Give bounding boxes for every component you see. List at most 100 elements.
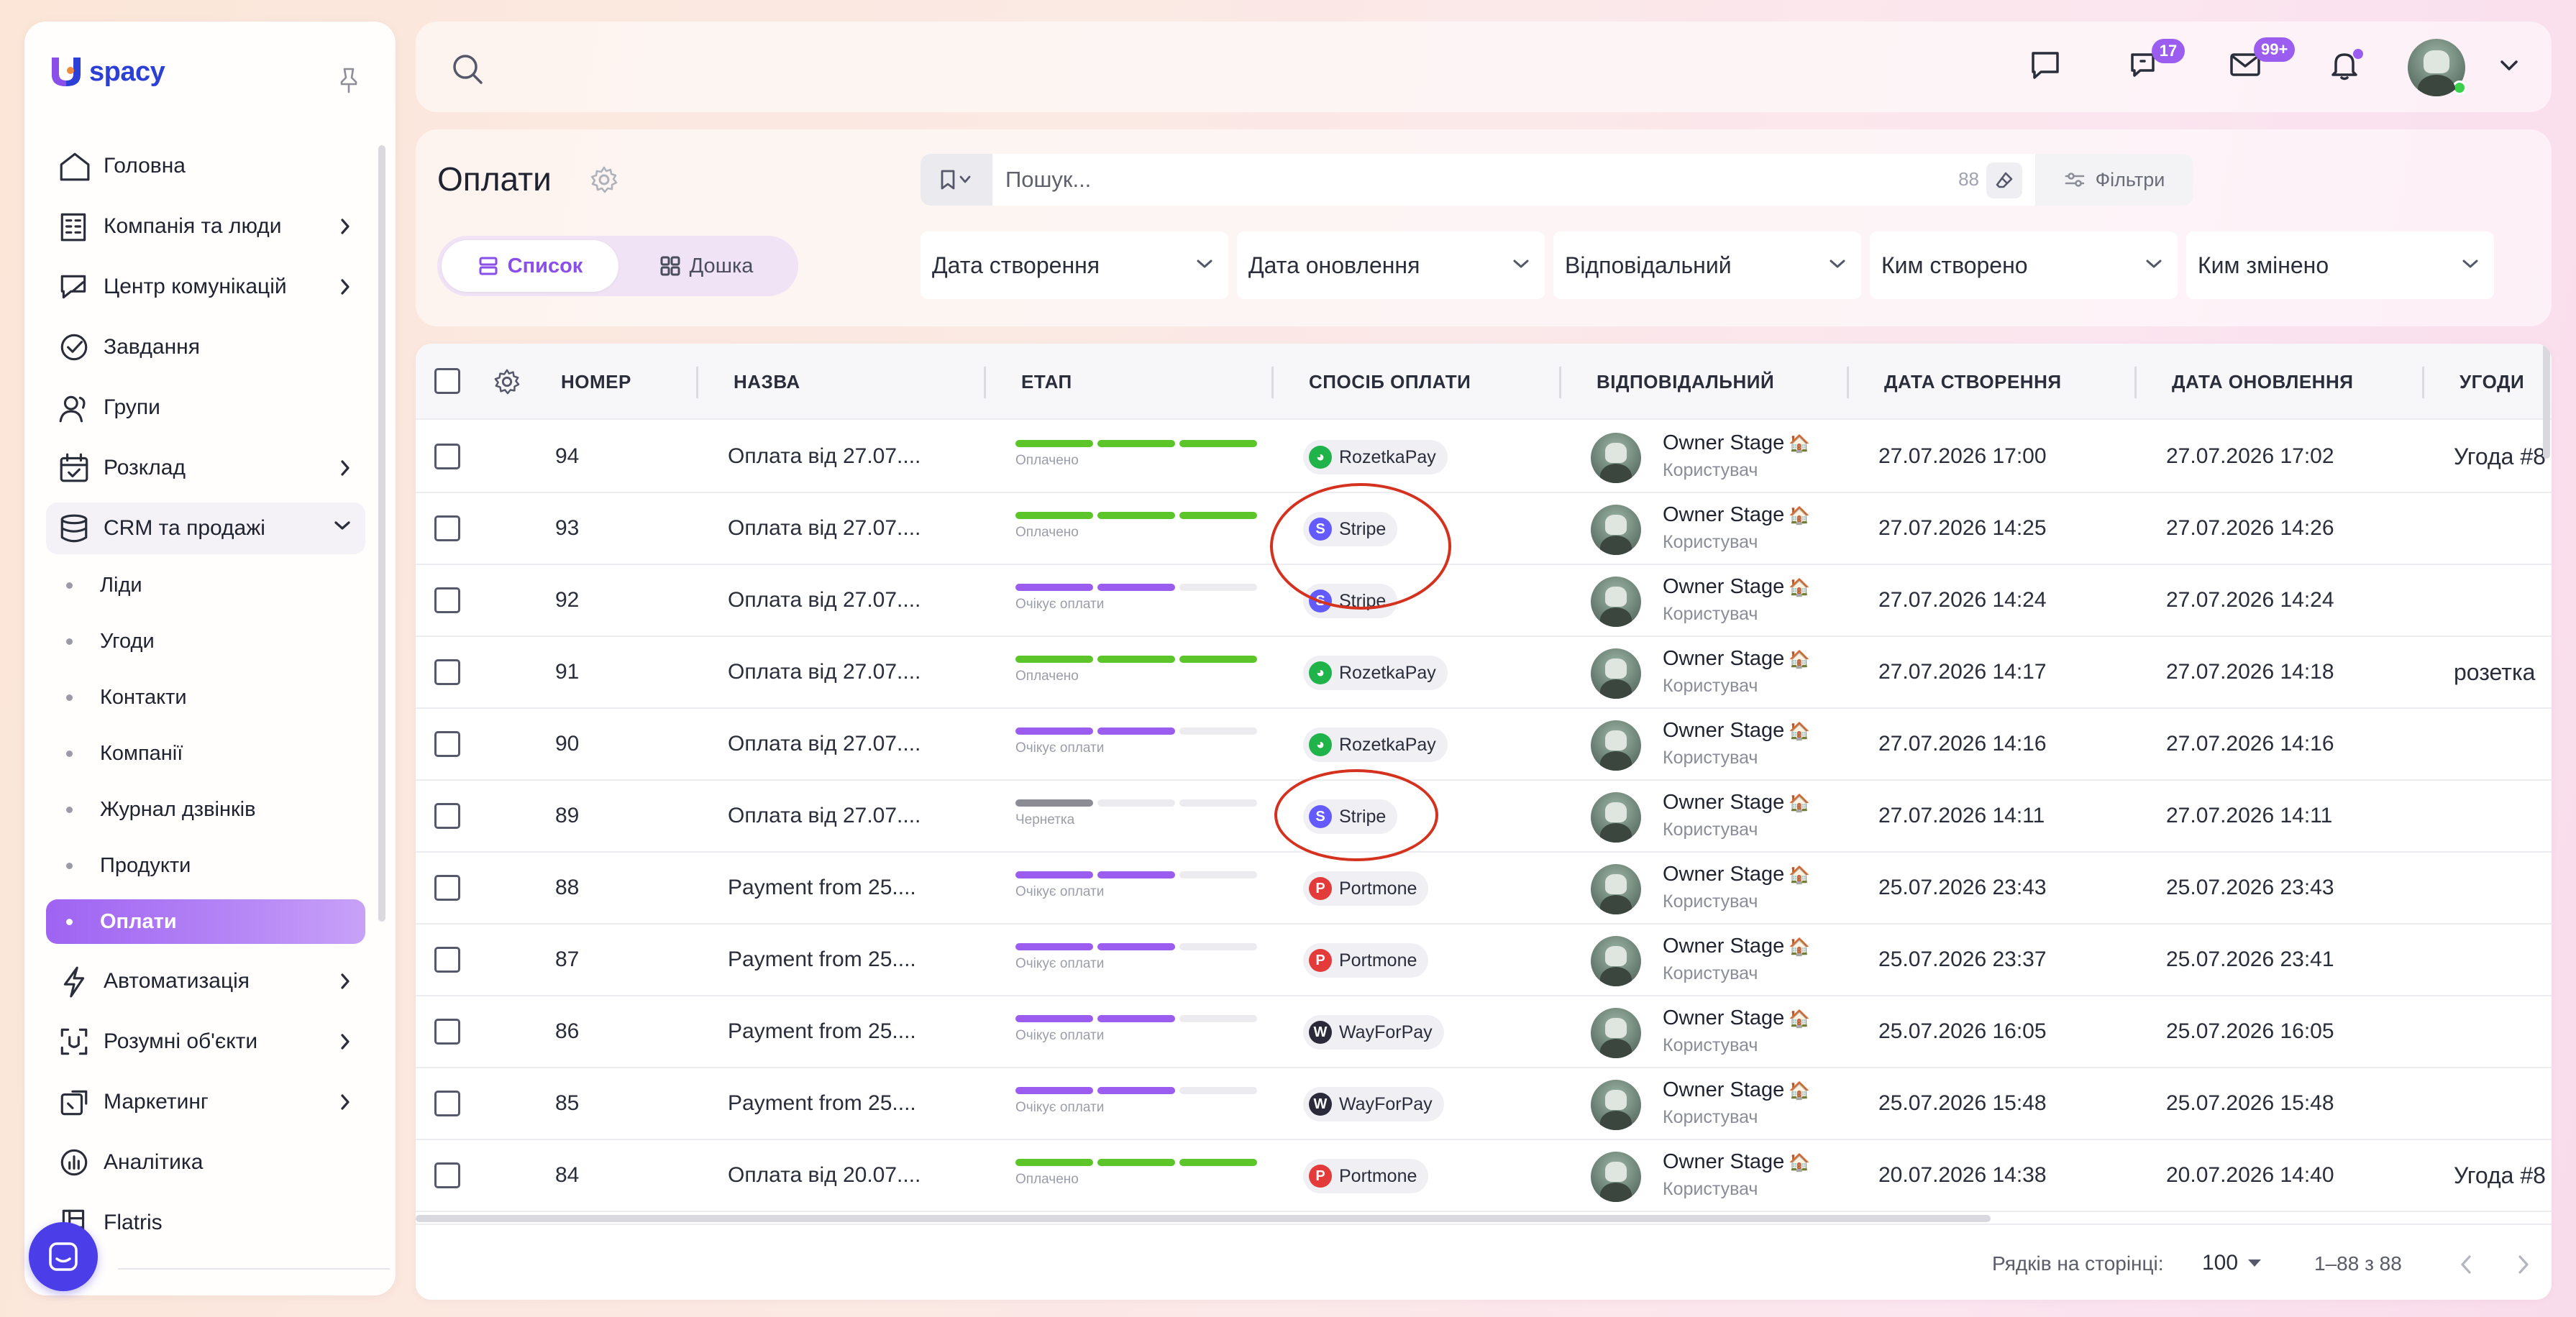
chevron-down-icon[interactable]	[2498, 58, 2520, 73]
payment-method-chip[interactable]: W WayForPay	[1303, 1087, 1444, 1121]
responsible-user[interactable]: Owner Stage 🏠 Користувач	[1591, 493, 1850, 564]
row-checkbox[interactable]	[434, 875, 460, 901]
sidebar-item-database[interactable]: CRM та продажі	[46, 503, 365, 554]
sidebar-subitem[interactable]: Продукти	[46, 843, 365, 888]
sidebar-item-tasks[interactable]: Завдання	[46, 321, 365, 373]
stage-progress[interactable]	[1015, 1087, 1261, 1094]
payment-method-chip[interactable]: ◕ RozetkaPay	[1303, 440, 1448, 474]
row-checkbox[interactable]	[434, 803, 460, 829]
table-row[interactable]: 93 Оплата від 27.07.... Оплачено S Strip…	[416, 493, 2552, 565]
column-header[interactable]: ЕТАП	[1021, 344, 1072, 420]
sidebar-subitem[interactable]: Оплати	[46, 899, 365, 944]
table-row[interactable]: 91 Оплата від 27.07.... Оплачено ◕ Rozet…	[416, 637, 2552, 709]
sidebar-item-calendar[interactable]: Розклад	[46, 442, 365, 494]
row-checkbox[interactable]	[434, 659, 460, 685]
table-row[interactable]: 94 Оплата від 27.07.... Оплачено ◕ Rozet…	[416, 421, 2552, 493]
responsible-user[interactable]: Owner Stage 🏠 Користувач	[1591, 637, 1850, 707]
deal-link[interactable]: розетка	[2454, 637, 2535, 707]
view-board-button[interactable]: Дошка	[618, 240, 794, 292]
stage-progress[interactable]	[1015, 943, 1261, 950]
responsible-user[interactable]: Owner Stage 🏠 Користувач	[1591, 924, 1850, 995]
column-resize-handle[interactable]	[696, 367, 698, 398]
row-checkbox[interactable]	[434, 1019, 460, 1045]
sidebar-item-company[interactable]: Компанія та люди	[46, 201, 365, 252]
responsible-user[interactable]: Owner Stage 🏠 Користувач	[1591, 996, 1850, 1067]
payment-name[interactable]: Оплата від 27.07....	[728, 493, 921, 564]
stage-progress[interactable]	[1015, 656, 1261, 663]
next-page-icon[interactable]	[2516, 1254, 2531, 1275]
row-checkbox[interactable]	[434, 515, 460, 541]
chevron-right-icon[interactable]	[338, 1032, 352, 1052]
payment-method-chip[interactable]: ◕ RozetkaPay	[1303, 656, 1448, 690]
sidebar-subitem[interactable]: Угоди	[46, 619, 365, 664]
column-resize-handle[interactable]	[1847, 367, 1849, 398]
payment-name[interactable]: Оплата від 27.07....	[728, 781, 921, 851]
table-row[interactable]: 88 Payment from 25.... Очікує оплати P P…	[416, 853, 2552, 924]
stage-progress[interactable]	[1015, 728, 1261, 735]
deal-link[interactable]: Угода #8	[2454, 1140, 2546, 1211]
deal-link[interactable]: Угода #8	[2454, 421, 2546, 492]
column-resize-handle[interactable]	[1559, 367, 1561, 398]
payment-method-chip[interactable]: P Portmone	[1303, 943, 1429, 978]
responsible-user[interactable]: Owner Stage 🏠 Користувач	[1591, 853, 1850, 923]
sidebar-item-communications[interactable]: Центр комунікацій	[46, 261, 365, 313]
sidebar-item-home[interactable]: Головна	[46, 140, 365, 192]
column-header[interactable]: СПОСІБ ОПЛАТИ	[1309, 344, 1471, 420]
sidebar-item-marketing[interactable]: Маркетинг	[46, 1076, 365, 1128]
pin-icon[interactable]	[338, 66, 360, 95]
view-list-button[interactable]: Список	[442, 240, 618, 292]
stage-progress[interactable]	[1015, 440, 1261, 447]
search-input[interactable]	[1005, 167, 1940, 193]
responsible-user[interactable]: Owner Stage 🏠 Користувач	[1591, 781, 1850, 851]
sidebar-subitem[interactable]: Компанії	[46, 731, 365, 776]
column-header[interactable]: ДАТА СТВОРЕННЯ	[1884, 344, 2062, 420]
payment-name[interactable]: Payment from 25....	[728, 853, 916, 923]
row-checkbox[interactable]	[434, 1091, 460, 1116]
gear-icon[interactable]	[590, 165, 618, 194]
sidebar-subitem[interactable]: Журнал дзвінків	[46, 787, 365, 832]
vertical-scrollbar[interactable]	[2543, 344, 2550, 459]
row-checkbox[interactable]	[434, 444, 460, 469]
rows-per-page-select[interactable]: 100	[2202, 1247, 2262, 1280]
stage-progress[interactable]	[1015, 1015, 1261, 1022]
table-row[interactable]: 87 Payment from 25.... Очікує оплати P P…	[416, 924, 2552, 996]
responsible-user[interactable]: Owner Stage 🏠 Користувач	[1591, 1140, 1850, 1211]
payment-name[interactable]: Оплата від 27.07....	[728, 565, 921, 635]
sidebar-item-groups[interactable]: Групи	[46, 382, 365, 433]
stage-progress[interactable]	[1015, 584, 1261, 591]
row-checkbox[interactable]	[434, 587, 460, 613]
chevron-right-icon[interactable]	[338, 458, 352, 478]
sidebar-subitem[interactable]: Контакти	[46, 675, 365, 720]
stage-progress[interactable]	[1015, 512, 1261, 519]
chevron-right-icon[interactable]	[338, 971, 352, 991]
payment-name[interactable]: Payment from 25....	[728, 996, 916, 1067]
sidebar-item-analytics[interactable]: Аналітика	[46, 1137, 365, 1188]
horizontal-scrollbar[interactable]	[416, 1215, 1991, 1222]
filter-select[interactable]: Ким створено	[1870, 231, 2178, 299]
chevron-right-icon[interactable]	[338, 1092, 352, 1112]
sidebar-subitem[interactable]: Ліди	[46, 563, 365, 607]
payment-method-chip[interactable]: P Portmone	[1303, 871, 1429, 906]
table-row[interactable]: 90 Оплата від 27.07.... Очікує оплати ◕ …	[416, 709, 2552, 781]
payment-method-chip[interactable]: P Portmone	[1303, 1159, 1429, 1193]
columns-settings-gear-icon[interactable]	[493, 368, 521, 395]
search-icon[interactable]	[450, 52, 485, 86]
support-chat-button[interactable]	[29, 1222, 98, 1291]
column-resize-handle[interactable]	[984, 367, 986, 398]
row-checkbox[interactable]	[434, 947, 460, 973]
sidebar-scrollbar[interactable]	[378, 145, 385, 922]
payment-name[interactable]: Payment from 25....	[728, 924, 916, 995]
row-checkbox[interactable]	[434, 731, 460, 757]
responsible-user[interactable]: Owner Stage 🏠 Користувач	[1591, 421, 1850, 492]
column-header[interactable]: НОМЕР	[561, 344, 631, 420]
table-row[interactable]: 89 Оплата від 27.07.... Чернетка S Strip…	[416, 781, 2552, 853]
messages-icon[interactable]	[2028, 47, 2063, 82]
chevron-right-icon[interactable]	[338, 277, 352, 297]
payment-method-chip[interactable]: W WayForPay	[1303, 1015, 1444, 1050]
column-header[interactable]: ВІДПОВІДАЛЬНИЙ	[1597, 344, 1774, 420]
logo[interactable]: spacy	[46, 50, 165, 93]
column-resize-handle[interactable]	[2134, 367, 2137, 398]
table-row[interactable]: 92 Оплата від 27.07.... Очікує оплати S …	[416, 565, 2552, 637]
column-resize-handle[interactable]	[1271, 367, 1274, 398]
select-all-checkbox[interactable]	[434, 368, 460, 394]
